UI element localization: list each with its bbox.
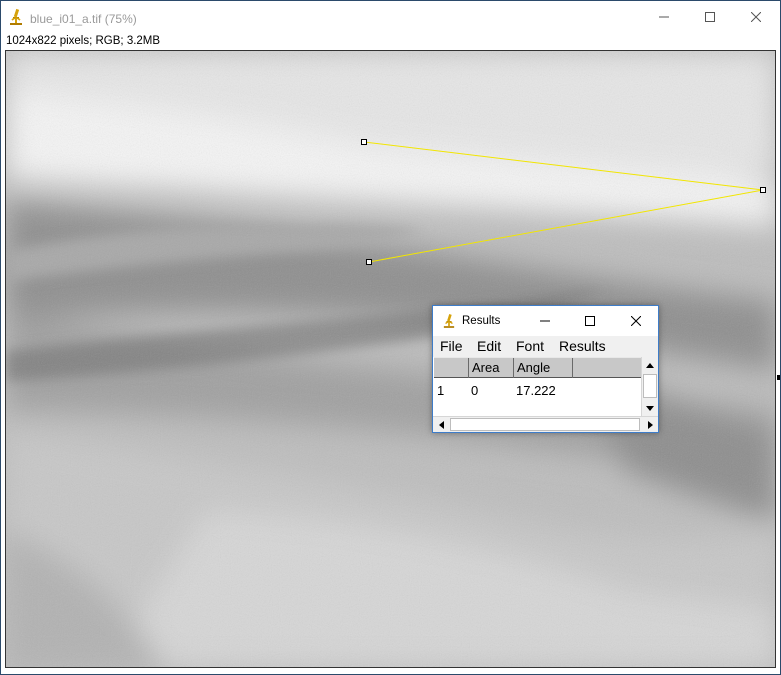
maximize-icon xyxy=(705,12,715,22)
column-header-area[interactable]: Area xyxy=(468,358,513,378)
results-minimize-button[interactable] xyxy=(523,306,567,336)
vertical-scroll-thumb[interactable] xyxy=(643,374,657,398)
minimize-icon xyxy=(540,320,550,322)
close-icon xyxy=(631,316,641,326)
scroll-left-arrow-icon[interactable] xyxy=(433,417,449,432)
microscope-icon xyxy=(9,8,23,26)
results-maximize-button[interactable] xyxy=(568,306,612,336)
menu-results[interactable]: Results xyxy=(559,338,606,354)
image-canvas[interactable] xyxy=(5,50,776,668)
maximize-button[interactable] xyxy=(687,1,733,33)
menu-font[interactable]: Font xyxy=(516,338,544,354)
horizontal-scroll-thumb[interactable] xyxy=(450,418,640,431)
title-bar[interactable]: blue_i01_a.tif (75%) xyxy=(1,1,780,33)
horizontal-scrollbar[interactable] xyxy=(433,416,658,432)
row-index: 1 xyxy=(437,383,445,398)
resize-marker xyxy=(777,375,780,380)
scroll-up-arrow-icon[interactable] xyxy=(642,357,658,373)
minimize-icon xyxy=(659,16,669,18)
selection-handle xyxy=(366,259,372,265)
window-title: blue_i01_a.tif (75%) xyxy=(30,12,137,26)
selection-handle xyxy=(760,187,766,193)
minimize-button[interactable] xyxy=(641,1,687,33)
maximize-icon xyxy=(585,316,595,326)
column-header-angle[interactable]: Angle xyxy=(513,358,572,378)
microscope-icon xyxy=(443,313,455,329)
close-icon xyxy=(751,12,761,22)
close-button[interactable] xyxy=(733,1,779,33)
column-header-index[interactable] xyxy=(434,358,468,378)
image-window: blue_i01_a.tif (75%) 1024x822 pixels; RG… xyxy=(0,0,781,675)
vertical-scrollbar[interactable] xyxy=(641,357,658,416)
scroll-down-arrow-icon[interactable] xyxy=(642,400,658,416)
menu-file[interactable]: File xyxy=(440,338,463,354)
cell-angle: 17.222 xyxy=(516,383,556,398)
results-title: Results xyxy=(462,315,501,327)
image-info: 1024x822 pixels; RGB; 3.2MB xyxy=(6,35,161,47)
selection-handle xyxy=(361,139,367,145)
results-menubar: File Edit Font Results xyxy=(433,336,658,357)
column-header-empty xyxy=(572,358,641,378)
results-title-bar[interactable]: Results xyxy=(433,306,658,336)
results-close-button[interactable] xyxy=(614,306,658,336)
menu-edit[interactable]: Edit xyxy=(477,338,501,354)
results-window: Results File Edit Font Results Area Angl… xyxy=(432,305,659,433)
table-header: Area Angle xyxy=(434,357,641,378)
cell-area: 0 xyxy=(471,383,479,398)
results-table: Area Angle 1 0 17.222 xyxy=(434,357,641,416)
scroll-right-arrow-icon[interactable] xyxy=(642,417,658,432)
